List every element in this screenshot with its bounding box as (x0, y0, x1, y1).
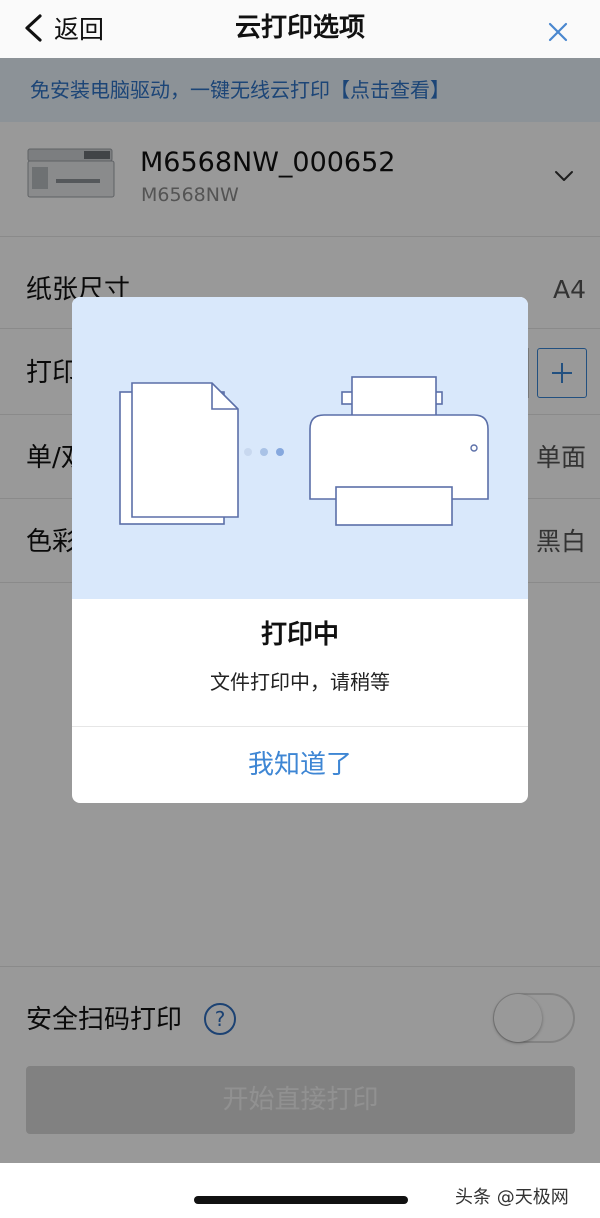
printer-icon (309, 376, 489, 526)
dialog-illustration (72, 297, 528, 599)
watermark: 头条 @天极网 (455, 1187, 569, 1208)
dialog-message: 文件打印中，请稍等 (210, 670, 390, 694)
page-title: 云打印选项 (234, 13, 365, 43)
home-indicator[interactable] (194, 1196, 408, 1204)
printing-dialog: 打印中 文件打印中，请稍等 我知道了 (72, 297, 528, 803)
dialog-ok-button[interactable]: 我知道了 (72, 727, 528, 803)
document-icon (119, 382, 239, 525)
document-to-printer-illustration (119, 376, 489, 526)
close-icon[interactable] (544, 18, 572, 46)
dialog-title: 打印中 (260, 620, 339, 650)
